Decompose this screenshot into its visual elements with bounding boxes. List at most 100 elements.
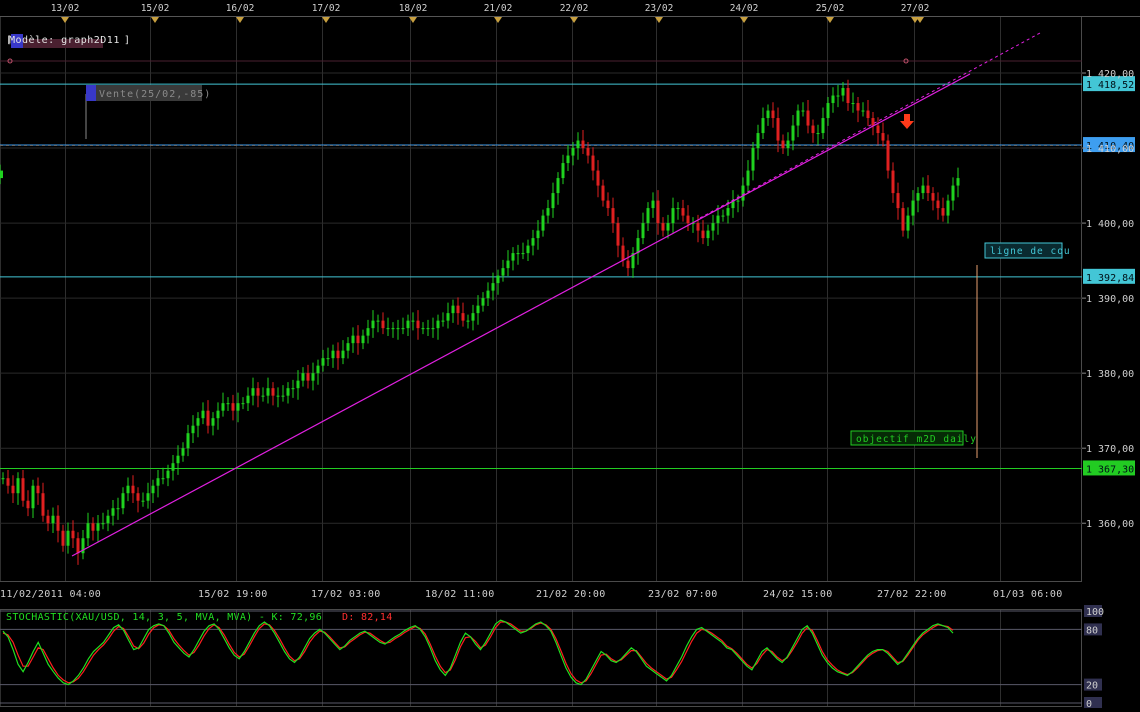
candle-body (331, 350, 335, 359)
candle-body (51, 515, 55, 524)
candle-body (821, 118, 825, 134)
stochastic-d-label: D: 82,14 (342, 612, 393, 623)
candle-body (436, 320, 440, 329)
candle-body (471, 313, 475, 321)
candle-body (816, 133, 820, 135)
candle-body (391, 328, 395, 330)
candle-body (811, 125, 815, 134)
candle-body (116, 508, 120, 510)
candle-body (601, 185, 605, 201)
y-tick-label: 1 420,00 (1086, 69, 1134, 80)
candle-body (1, 478, 5, 480)
candle-body (146, 493, 150, 501)
candle-body (296, 380, 300, 389)
candle-body (21, 478, 25, 501)
x-tick-label: 23/02 07:00 (648, 589, 718, 600)
top-date-label: 25/02 (816, 3, 845, 14)
candle-body (541, 215, 545, 231)
candle-body (861, 110, 865, 112)
stochastic-title: STOCHASTIC(XAU/USD, 14, 3, 5, MVA, MVA) … (6, 612, 322, 623)
candle-body (306, 373, 310, 381)
candle-body (246, 395, 250, 404)
candle-body (181, 448, 185, 456)
candle-body (166, 470, 170, 479)
candle-body (411, 320, 415, 322)
candle-body (641, 223, 645, 239)
candle-body (221, 403, 225, 411)
candle-body (866, 110, 870, 119)
candle-body (16, 478, 20, 494)
candle-body (791, 125, 795, 141)
candle-body (756, 133, 760, 149)
candle-body (806, 110, 810, 126)
candle-body (721, 215, 725, 217)
candle-body (251, 388, 255, 396)
candle-body (676, 208, 680, 210)
candle-body (886, 140, 890, 171)
svg-text:]: ] (124, 35, 130, 46)
x-tick-label: 17/02 03:00 (311, 589, 381, 600)
x-tick-label: 21/02 20:00 (536, 589, 606, 600)
candle-body (0, 170, 3, 179)
candles (0, 79, 960, 565)
candle-body (556, 178, 560, 194)
y-tick-label: 1 390,00 (1086, 294, 1134, 305)
candle-body (266, 388, 270, 396)
candle-body (386, 328, 390, 330)
candle-body (696, 223, 700, 231)
candle-body (141, 500, 145, 502)
candle-body (621, 245, 625, 261)
top-date-markers: 13/02 15/02 16/02 17/02 18/02 21/02 22/02 23/02… (51, 3, 929, 23)
candle-body (61, 530, 65, 546)
candle-body (31, 485, 35, 509)
candle-body (881, 133, 885, 141)
candle-body (701, 230, 705, 239)
candle-body (401, 328, 405, 330)
candle-body (416, 320, 420, 329)
candle-body (281, 395, 285, 397)
top-date-label: 21/02 (484, 3, 513, 14)
chart-stage: 13/02 15/02 16/02 17/02 18/02 21/02 22/02 23/02… (0, 0, 1140, 710)
candle-body (736, 200, 740, 202)
candle-body (521, 253, 525, 255)
candle-body (156, 478, 160, 486)
candle-body (106, 515, 110, 524)
y-tick-label: 1 360,00 (1086, 519, 1134, 530)
candle-body (91, 523, 95, 531)
price-level-label: 1 392,84 (1086, 273, 1134, 284)
y-tick-label: 1 410,00 (1086, 144, 1134, 155)
candle-body (606, 200, 610, 209)
top-date-label: 18/02 (399, 3, 428, 14)
candle-body (346, 343, 350, 351)
candle-body (431, 328, 435, 330)
top-date-marker-icon (740, 17, 748, 23)
candle-body (371, 320, 375, 329)
candle-body (566, 155, 570, 164)
candle-body (611, 208, 615, 224)
candle-body (201, 410, 205, 419)
x-tick-label: 01/03 06:00 (993, 589, 1063, 600)
candle-body (906, 215, 910, 231)
candle-body (661, 223, 665, 231)
candle-body (596, 170, 600, 186)
candle-body (241, 403, 245, 405)
stochastic-y-label: 100 (1086, 607, 1104, 618)
candle-body (761, 118, 765, 134)
candle-body (486, 290, 490, 299)
candle-body (41, 493, 45, 516)
candle-body (381, 320, 385, 329)
candle-body (951, 185, 955, 201)
candle-body (856, 103, 860, 111)
candle-body (746, 170, 750, 186)
candle-body (651, 200, 655, 209)
candle-body (406, 320, 410, 329)
top-date-label: 16/02 (226, 3, 255, 14)
model-title-text: Modèle: graph2D11 (9, 34, 120, 46)
candle-body (511, 253, 515, 261)
candle-body (786, 140, 790, 149)
grid (0, 16, 1140, 707)
candle-body (841, 88, 845, 96)
candle-body (796, 110, 800, 126)
candle-body (516, 253, 520, 255)
candle-body (646, 208, 650, 224)
